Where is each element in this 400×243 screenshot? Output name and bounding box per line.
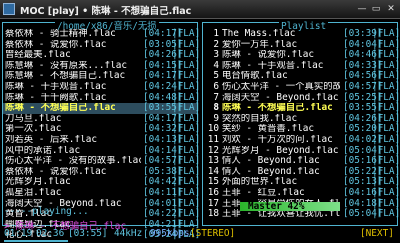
- file-format: |FLA]: [172, 133, 201, 145]
- track-name: 突然的自我.flac: [222, 113, 298, 124]
- track-number: 11: [207, 133, 219, 145]
- track-name: 光辉岁月 - Beyond.flac: [222, 145, 339, 156]
- next-indicator: [NEXT]: [360, 228, 394, 239]
- playlist-list: 1 The Mass.flac [03:39] |FLA] 2 爱你一万年.flac [0…: [203, 28, 400, 220]
- track-name: 王菲 - 红豆.flac: [222, 187, 305, 198]
- track-number: 16: [207, 186, 219, 198]
- track-format: |FLA]: [372, 28, 400, 39]
- terminal-area: /home/x86/音乐/无损 蔡依林 - 骑士精神.flac [04:17] |F…: [0, 18, 400, 243]
- file-name: 蔡依林 - 骑士精神.flac: [5, 29, 116, 39]
- file-name: 陈慧琳 - 不想骗自己.flac: [5, 71, 126, 82]
- track-format: |FLA]: [372, 80, 400, 92]
- elapsed-time: 01:19: [4, 228, 33, 239]
- total-time: [03:55]: [68, 228, 108, 239]
- track-name: 爱你一万年.flac: [222, 39, 298, 50]
- playlist-row[interactable]: 6伤心太平洋 - 一个真实的故事.flac[04:57]|FLA]: [203, 80, 400, 93]
- track-name: 陈琳 - 不想骗自己.flac: [222, 103, 333, 114]
- file-format: |FLA]: [172, 186, 201, 198]
- file-name: 刀马旦.flac: [5, 113, 62, 124]
- track-name: 陈琳 - 干手观音.flac: [222, 60, 324, 71]
- moc-terminal-window: MOC [play] • 陈琳 - 不想骗自己.flac — ▭ ✕ /home…: [0, 0, 400, 243]
- mixer-readout: Master 42%: [248, 201, 304, 212]
- window-title: MOC [play] • 陈琳 - 不想骗自己.flac: [20, 6, 192, 17]
- remaining-time: 02:36: [36, 228, 65, 239]
- file-name: 陈琳 - 干手观音.flac: [5, 81, 107, 92]
- file-name: 曾经最美.flac: [5, 50, 71, 61]
- file-format: |FLA]: [172, 28, 201, 39]
- playlist-row[interactable]: 11 刘欢 - 千万次的问.flac [04:02] |FLA]: [203, 133, 400, 146]
- mixer-bar[interactable]: Master 42%: [240, 201, 340, 212]
- player-state: -----playing...: [4, 206, 89, 217]
- file-name: 孤星泪.flac: [5, 187, 62, 198]
- file-row[interactable]: 刘若英 - 后来.flac [04:13] |FLA]: [3, 133, 201, 146]
- track-name: 情人 - Beyond.flac: [222, 166, 320, 177]
- track-name: 刘欢 - 千万次的问.flac: [222, 134, 333, 145]
- time-row: 01:19 02:36 [03:55] 44kHz 995kbps [STERE…: [4, 228, 398, 239]
- file-row[interactable]: 陈琳 - 干手观音.flac [04:24] |FLA]: [3, 80, 201, 93]
- track-name: 伤心太平洋 - 一个真实的故事.flac: [222, 81, 340, 92]
- file-format: |FLA]: [172, 80, 201, 92]
- track-format: |FLA]: [372, 208, 400, 220]
- progress-bar[interactable]: [4, 240, 68, 242]
- bitrate: 995kbps: [150, 228, 190, 239]
- file-browser-panel: /home/x86/音乐/无损 蔡依林 - 骑士精神.flac [04:17] |F…: [2, 22, 201, 240]
- track-name: 海阔天空 - Beyond.flac: [222, 92, 339, 103]
- track-format: |FLA]: [372, 133, 400, 145]
- track-format: |FLA]: [372, 186, 400, 198]
- track-number: 6: [213, 80, 219, 92]
- file-row[interactable]: 孤星泪.flac [04:11] |FLA]: [3, 186, 201, 199]
- maximize-button[interactable]: ▭: [370, 3, 382, 15]
- file-name: 陈慧琳 - 没有原来...flac: [5, 60, 128, 71]
- track-number: 1: [213, 28, 219, 39]
- file-name: 刘若英 - 后来.flac: [5, 134, 98, 145]
- playlist-row[interactable]: 1 The Mass.flac [03:39] |FLA]: [203, 28, 400, 40]
- track-name: 电台情歌.flac: [222, 71, 288, 82]
- file-name: 陈琳 - 千千阙歌.flac: [5, 92, 107, 103]
- track-number: 18: [207, 208, 219, 220]
- file-name: 陈琳 - 不想骗自己.flac: [5, 103, 116, 114]
- close-button[interactable]: ✕: [385, 3, 397, 15]
- minimize-button[interactable]: —: [356, 3, 368, 15]
- file-name: 风中的承诺.flac: [5, 145, 81, 156]
- file-name: 光辉岁月.flac: [5, 177, 71, 188]
- file-name: 第一次.flac: [5, 124, 62, 135]
- mixer-label: Master: [248, 201, 282, 212]
- track-name: 陈琳 - 说爱你.flac: [222, 50, 315, 61]
- file-name: 蔡依林 - 说爱你.flac: [5, 166, 107, 177]
- file-name: 伤心太平洋 - 没有的故事.flac: [5, 156, 141, 167]
- playlist-panel: Playlist 1 The Mass.flac [03:39] |FLA] 2 爱你一…: [202, 22, 400, 226]
- file-name: 蔡依林 - 说爱你.flac: [5, 39, 107, 50]
- file-row[interactable]: 蔡依林 - 骑士精神.flac [04:17] |FLA]: [3, 28, 201, 40]
- stereo-indicator: [STEREO]: [190, 228, 236, 239]
- track-name: 外面的世界.flac: [222, 177, 298, 188]
- mixer-level: 42%: [287, 201, 305, 212]
- window-titlebar[interactable]: MOC [play] • 陈琳 - 不想骗自己.flac — ▭ ✕: [0, 0, 400, 19]
- terminal-app-icon: [3, 3, 15, 15]
- track-name: The Mass.flac: [222, 29, 296, 39]
- track-name: 笑纱 - 黄晋善.flac: [222, 124, 315, 135]
- sample-rate: 44kHz: [114, 228, 143, 239]
- playlist-row[interactable]: 16 王菲 - 红豆.flac [04:16] |FLA]: [203, 186, 400, 199]
- track-name: 情人 - Beyond.flac: [222, 156, 320, 167]
